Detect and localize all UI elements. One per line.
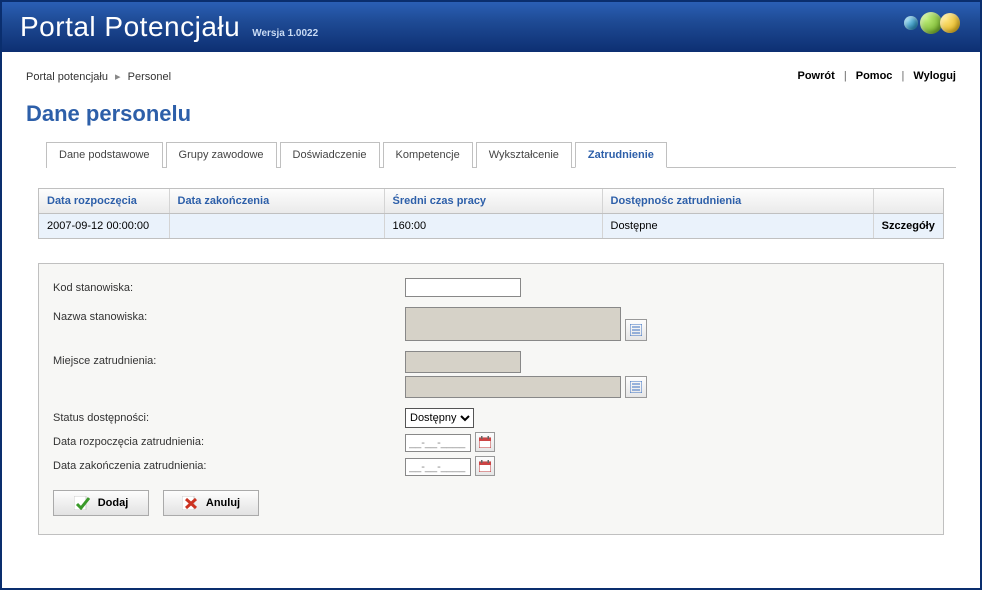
help-link[interactable]: Pomoc bbox=[856, 70, 893, 82]
add-button-label: Dodaj bbox=[98, 497, 129, 509]
link-separator: | bbox=[844, 70, 847, 82]
link-separator: | bbox=[902, 70, 905, 82]
employment-table: Data rozpoczęcia Data zakończenia Średni… bbox=[38, 188, 944, 239]
back-link[interactable]: Powrót bbox=[797, 70, 834, 82]
miejsce-readonly-name bbox=[405, 376, 621, 398]
table-header-row: Data rozpoczęcia Data zakończenia Średni… bbox=[39, 189, 943, 214]
label-miejsce: Miejsce zatrudnienia: bbox=[53, 351, 405, 367]
tab-kompetencje[interactable]: Kompetencje bbox=[383, 142, 473, 168]
logout-link[interactable]: Wyloguj bbox=[913, 70, 956, 82]
td-start: 2007-09-12 00:00:00 bbox=[39, 214, 169, 239]
th-details bbox=[873, 189, 943, 214]
label-nazwa: Nazwa stanowiska: bbox=[53, 307, 405, 323]
calendar-icon bbox=[479, 460, 491, 472]
calendar-icon bbox=[479, 436, 491, 448]
tab-doswiadczenie[interactable]: Doświadczenie bbox=[280, 142, 380, 168]
tabs: Dane podstawowe Grupy zawodowe Doświadcz… bbox=[46, 141, 956, 168]
miejsce-readonly-code bbox=[405, 351, 521, 373]
cancel-button[interactable]: Anuluj bbox=[163, 490, 259, 516]
label-data-end: Data zakończenia zatrudnienia: bbox=[53, 456, 405, 472]
add-button[interactable]: Dodaj bbox=[53, 490, 149, 516]
th-avail: Dostępnośc zatrudnienia bbox=[602, 189, 873, 214]
kod-input[interactable] bbox=[405, 278, 521, 297]
app-title: Portal Potencjału bbox=[20, 11, 240, 43]
breadcrumb-separator-icon: ▸ bbox=[115, 71, 121, 83]
nazwa-lookup-button[interactable] bbox=[625, 319, 647, 341]
orb-icon bbox=[904, 16, 918, 30]
cancel-button-label: Anuluj bbox=[206, 497, 240, 509]
breadcrumb: Portal potencjału ▸ Personel bbox=[26, 70, 171, 83]
list-icon bbox=[630, 381, 642, 393]
nazwa-readonly bbox=[405, 307, 621, 341]
breadcrumb-root[interactable]: Portal potencjału bbox=[26, 71, 108, 83]
tab-wyksztalcenie[interactable]: Wykształcenie bbox=[476, 142, 572, 168]
app-header: Portal Potencjału Wersja 1.0022 bbox=[2, 2, 980, 52]
table-row: 2007-09-12 00:00:00 160:00 Dostępne Szcz… bbox=[39, 214, 943, 239]
details-link[interactable]: Szczegóły bbox=[873, 214, 943, 239]
page-title: Dane personelu bbox=[26, 101, 956, 127]
tab-zatrudnienie[interactable]: Zatrudnienie bbox=[575, 142, 667, 168]
data-start-input[interactable] bbox=[405, 434, 471, 452]
orb-icon bbox=[940, 13, 960, 33]
employment-form: Kod stanowiska: Nazwa stanowiska: bbox=[38, 263, 944, 535]
th-avg: Średni czas pracy bbox=[384, 189, 602, 214]
header-logo-orbs bbox=[904, 12, 960, 34]
td-end bbox=[169, 214, 384, 239]
data-end-calendar-button[interactable] bbox=[475, 456, 495, 476]
orb-icon bbox=[920, 12, 942, 34]
label-status: Status dostępności: bbox=[53, 408, 405, 424]
cross-icon bbox=[182, 496, 198, 510]
th-end: Data zakończenia bbox=[169, 189, 384, 214]
status-select[interactable]: Dostępny bbox=[405, 408, 474, 428]
label-kod: Kod stanowiska: bbox=[53, 278, 405, 294]
breadcrumb-current: Personel bbox=[128, 71, 171, 83]
td-avail: Dostępne bbox=[602, 214, 873, 239]
tab-dane-podstawowe[interactable]: Dane podstawowe bbox=[46, 142, 163, 168]
tab-grupy-zawodowe[interactable]: Grupy zawodowe bbox=[166, 142, 277, 168]
th-start: Data rozpoczęcia bbox=[39, 189, 169, 214]
app-version: Wersja 1.0022 bbox=[252, 28, 318, 39]
data-start-calendar-button[interactable] bbox=[475, 432, 495, 452]
td-avg: 160:00 bbox=[384, 214, 602, 239]
label-data-start: Data rozpoczęcia zatrudnienia: bbox=[53, 432, 405, 448]
miejsce-lookup-button[interactable] bbox=[625, 376, 647, 398]
checkmark-icon bbox=[74, 496, 90, 510]
data-end-input[interactable] bbox=[405, 458, 471, 476]
list-icon bbox=[630, 324, 642, 336]
top-links: Powrót | Pomoc | Wyloguj bbox=[797, 70, 956, 83]
